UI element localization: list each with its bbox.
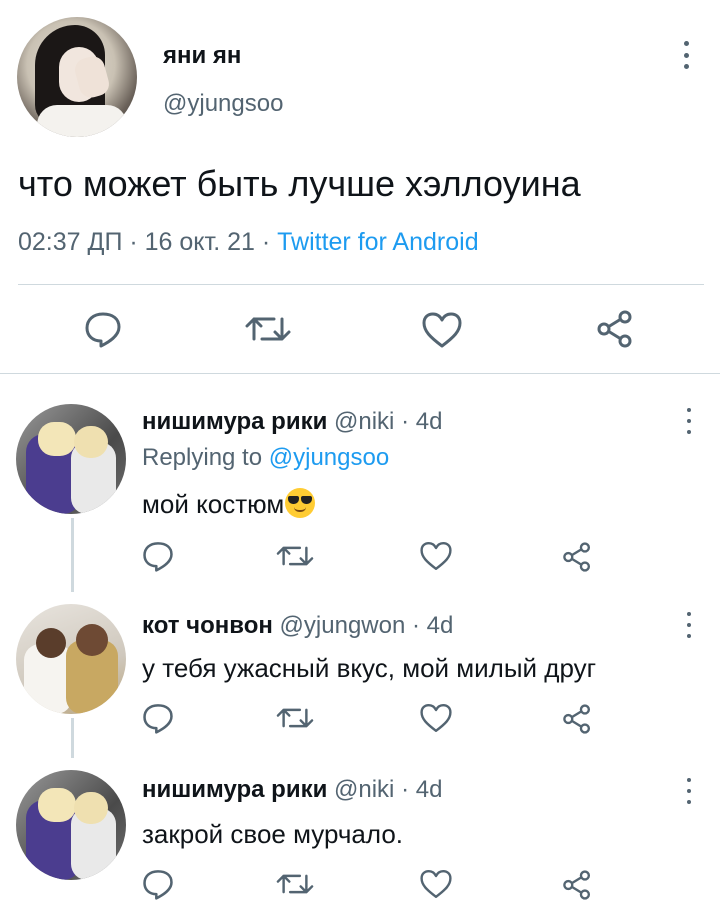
display-name[interactable]: нишимура рики bbox=[142, 776, 327, 803]
avatar[interactable] bbox=[17, 17, 137, 137]
divider bbox=[18, 284, 704, 285]
share-icon[interactable] bbox=[562, 542, 592, 572]
replying-label: Replying to bbox=[142, 444, 263, 471]
reply-tweet[interactable]: нишимура рики @niki · 4d закрой свое мур… bbox=[0, 758, 720, 918]
tweet-actions bbox=[0, 864, 720, 904]
user-handle[interactable]: @niki bbox=[334, 408, 394, 435]
tweet-time: · 4d bbox=[401, 776, 443, 803]
user-handle[interactable]: @yjungwon bbox=[280, 612, 406, 639]
more-options-icon[interactable] bbox=[676, 38, 696, 72]
user-handle[interactable]: @yjungsoo bbox=[163, 90, 283, 118]
reply-icon[interactable] bbox=[141, 868, 175, 900]
retweet-icon[interactable] bbox=[275, 871, 315, 897]
tweet-time[interactable]: 02:37 ДП bbox=[18, 228, 122, 256]
tweet-time: · 4d bbox=[411, 612, 454, 639]
retweet-icon[interactable] bbox=[244, 313, 292, 345]
reply-icon[interactable] bbox=[141, 702, 175, 734]
mention-link[interactable]: @yjungsoo bbox=[269, 444, 389, 471]
tweet-date[interactable]: 16 окт. 21 bbox=[145, 228, 255, 256]
reply-tweet[interactable]: кот чонвон @yjungwon · 4d у тебя ужасный… bbox=[0, 592, 720, 758]
like-icon[interactable] bbox=[420, 310, 464, 350]
like-icon[interactable] bbox=[418, 702, 454, 734]
tweet-actions bbox=[0, 698, 720, 738]
share-icon[interactable] bbox=[562, 704, 592, 734]
reply-tweet[interactable]: нишимура рики @niki · 4d Replying to @yj… bbox=[0, 374, 720, 592]
retweet-icon[interactable] bbox=[275, 543, 315, 569]
meta-separator: · bbox=[122, 228, 145, 256]
avatar[interactable] bbox=[16, 404, 126, 514]
share-icon[interactable] bbox=[596, 310, 634, 348]
tweet-text: мой костюм bbox=[142, 488, 316, 520]
more-options-icon[interactable] bbox=[682, 778, 696, 804]
reply-icon[interactable] bbox=[83, 310, 123, 348]
tweet-actions bbox=[0, 536, 720, 576]
tweet-text: закрой свое мурчало. bbox=[142, 819, 404, 849]
tweet-text-content: мой костюм bbox=[142, 489, 285, 519]
more-options-icon[interactable] bbox=[682, 408, 696, 434]
main-tweet: яни ян @yjungsoo что может быть лучше хэ… bbox=[0, 0, 720, 372]
more-options-icon[interactable] bbox=[682, 612, 696, 638]
reply-icon[interactable] bbox=[141, 540, 175, 572]
like-icon[interactable] bbox=[418, 540, 454, 572]
sunglasses-emoji-icon bbox=[285, 488, 316, 518]
retweet-icon[interactable] bbox=[275, 705, 315, 731]
tweet-source[interactable]: Twitter for Android bbox=[277, 228, 478, 256]
display-name[interactable]: кот чонвон bbox=[142, 612, 273, 639]
like-icon[interactable] bbox=[418, 868, 454, 900]
meta-separator: · bbox=[254, 228, 278, 256]
tweet-meta: 02:37 ДП · 16 окт. 21 · Twitter for Andr… bbox=[18, 228, 479, 257]
display-name[interactable]: яни ян bbox=[163, 42, 241, 70]
tweet-text: что может быть лучше хэллоуина bbox=[18, 163, 581, 204]
share-icon[interactable] bbox=[562, 870, 592, 900]
tweet-time: · 4d bbox=[401, 408, 443, 435]
user-handle[interactable]: @niki bbox=[334, 776, 394, 803]
tweet-actions bbox=[0, 300, 720, 356]
replying-to: Replying to @yjungsoo bbox=[142, 444, 389, 472]
display-name[interactable]: нишимура рики bbox=[142, 408, 327, 435]
tweet-text: у тебя ужасный вкус, мой милый друг bbox=[142, 653, 597, 683]
